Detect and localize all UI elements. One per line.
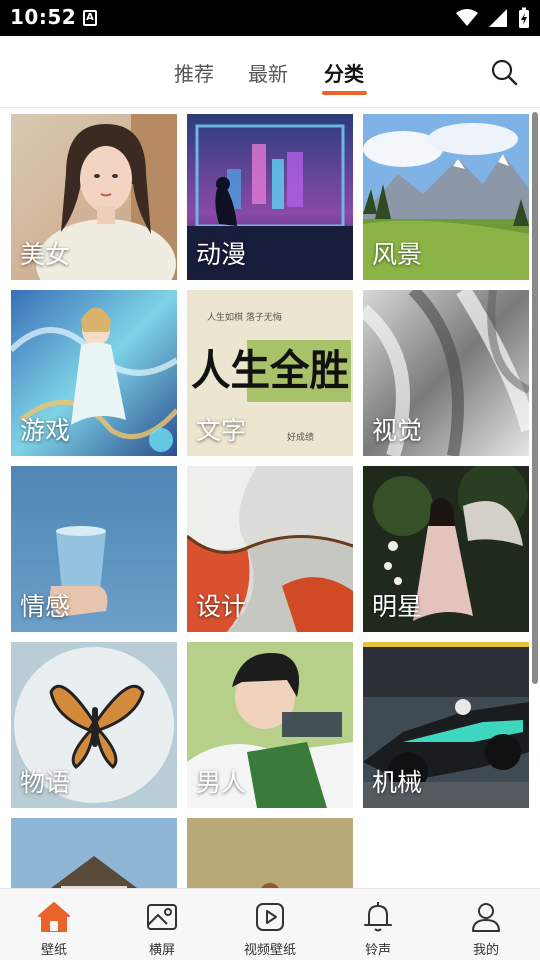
category-label: 动漫 xyxy=(196,240,247,269)
category-label: 物语 xyxy=(20,768,71,797)
tab-categories[interactable]: 分类 xyxy=(324,58,364,87)
category-label: 文字 xyxy=(196,416,247,445)
category-tile-anime[interactable]: 动漫 xyxy=(187,114,353,280)
nav-video-wallpaper[interactable]: 视频壁纸 xyxy=(216,889,324,960)
nav-label: 我的 xyxy=(472,943,499,958)
bell-icon xyxy=(364,902,392,932)
nav-label: 视频壁纸 xyxy=(243,943,296,958)
category-label: 机械 xyxy=(372,768,423,797)
category-label: 男人 xyxy=(196,768,247,797)
category-tile-partial-1[interactable] xyxy=(11,818,177,888)
nav-wallpaper[interactable]: 壁纸 xyxy=(0,889,108,960)
partial-thumbnail xyxy=(11,818,177,888)
category-tile-games[interactable]: 游戏 xyxy=(11,290,177,456)
status-time: 10:52 xyxy=(10,5,77,29)
nav-ringtone[interactable]: 铃声 xyxy=(324,889,432,960)
wifi-icon xyxy=(456,9,478,26)
nav-landscape[interactable]: 横屏 xyxy=(108,889,216,960)
nav-label: 铃声 xyxy=(364,943,391,958)
home-icon xyxy=(38,902,70,932)
partial-thumbnail xyxy=(187,818,353,888)
tab-recommend[interactable]: 推荐 xyxy=(174,58,214,87)
category-label: 风景 xyxy=(372,240,423,269)
tab-latest[interactable]: 最新 xyxy=(248,58,288,87)
image-icon xyxy=(147,904,177,930)
category-tile-story[interactable]: 物语 xyxy=(11,642,177,808)
bottom-navigation: 壁纸 横屏 视频壁纸 铃声 我的 xyxy=(0,888,540,960)
category-label: 视觉 xyxy=(372,416,423,445)
category-tile-celebrity[interactable]: 明星 xyxy=(363,466,529,632)
category-tile-design[interactable]: 设计 xyxy=(187,466,353,632)
svg-text:好成绩: 好成绩 xyxy=(287,431,314,443)
category-tile-men[interactable]: 男人 xyxy=(187,642,353,808)
category-tile-partial-2[interactable] xyxy=(187,818,353,888)
category-label: 明星 xyxy=(372,592,423,621)
top-tab-bar: 推荐 最新 分类 xyxy=(0,36,540,108)
person-icon xyxy=(472,903,500,932)
category-tile-visual[interactable]: 视觉 xyxy=(363,290,529,456)
category-label: 美女 xyxy=(20,240,71,269)
category-label: 游戏 xyxy=(20,416,71,445)
signal-icon xyxy=(489,9,507,27)
category-grid: 美女 动漫 风景 游戏 人生如棋 落子无悔 好成绩 人生全胜 文字 视觉 情感 … xyxy=(11,114,529,888)
search-icon[interactable] xyxy=(490,58,518,86)
nav-label: 横屏 xyxy=(148,943,175,958)
category-tile-beauty[interactable]: 美女 xyxy=(11,114,177,280)
nav-profile[interactable]: 我的 xyxy=(432,889,540,960)
category-tile-scenery[interactable]: 风景 xyxy=(363,114,529,280)
category-tile-text[interactable]: 人生如棋 落子无悔 好成绩 人生全胜 文字 xyxy=(187,290,353,456)
category-tile-machinery[interactable]: 机械 xyxy=(363,642,529,808)
scrollbar[interactable] xyxy=(532,112,538,684)
battery-icon xyxy=(519,7,529,28)
category-tile-emotion[interactable]: 情感 xyxy=(11,466,177,632)
calligraphy-text: 人生全胜 xyxy=(191,346,349,395)
status-bar: 10:52 A xyxy=(0,0,540,36)
category-label: 情感 xyxy=(20,592,71,621)
video-play-icon xyxy=(256,903,284,931)
notification-a-icon: A xyxy=(83,10,97,26)
category-label: 设计 xyxy=(196,592,247,621)
nav-label: 壁纸 xyxy=(40,943,67,958)
svg-text:人生如棋 落子无悔: 人生如棋 落子无悔 xyxy=(207,311,282,323)
active-tab-indicator xyxy=(322,91,367,95)
system-icons xyxy=(456,7,530,29)
